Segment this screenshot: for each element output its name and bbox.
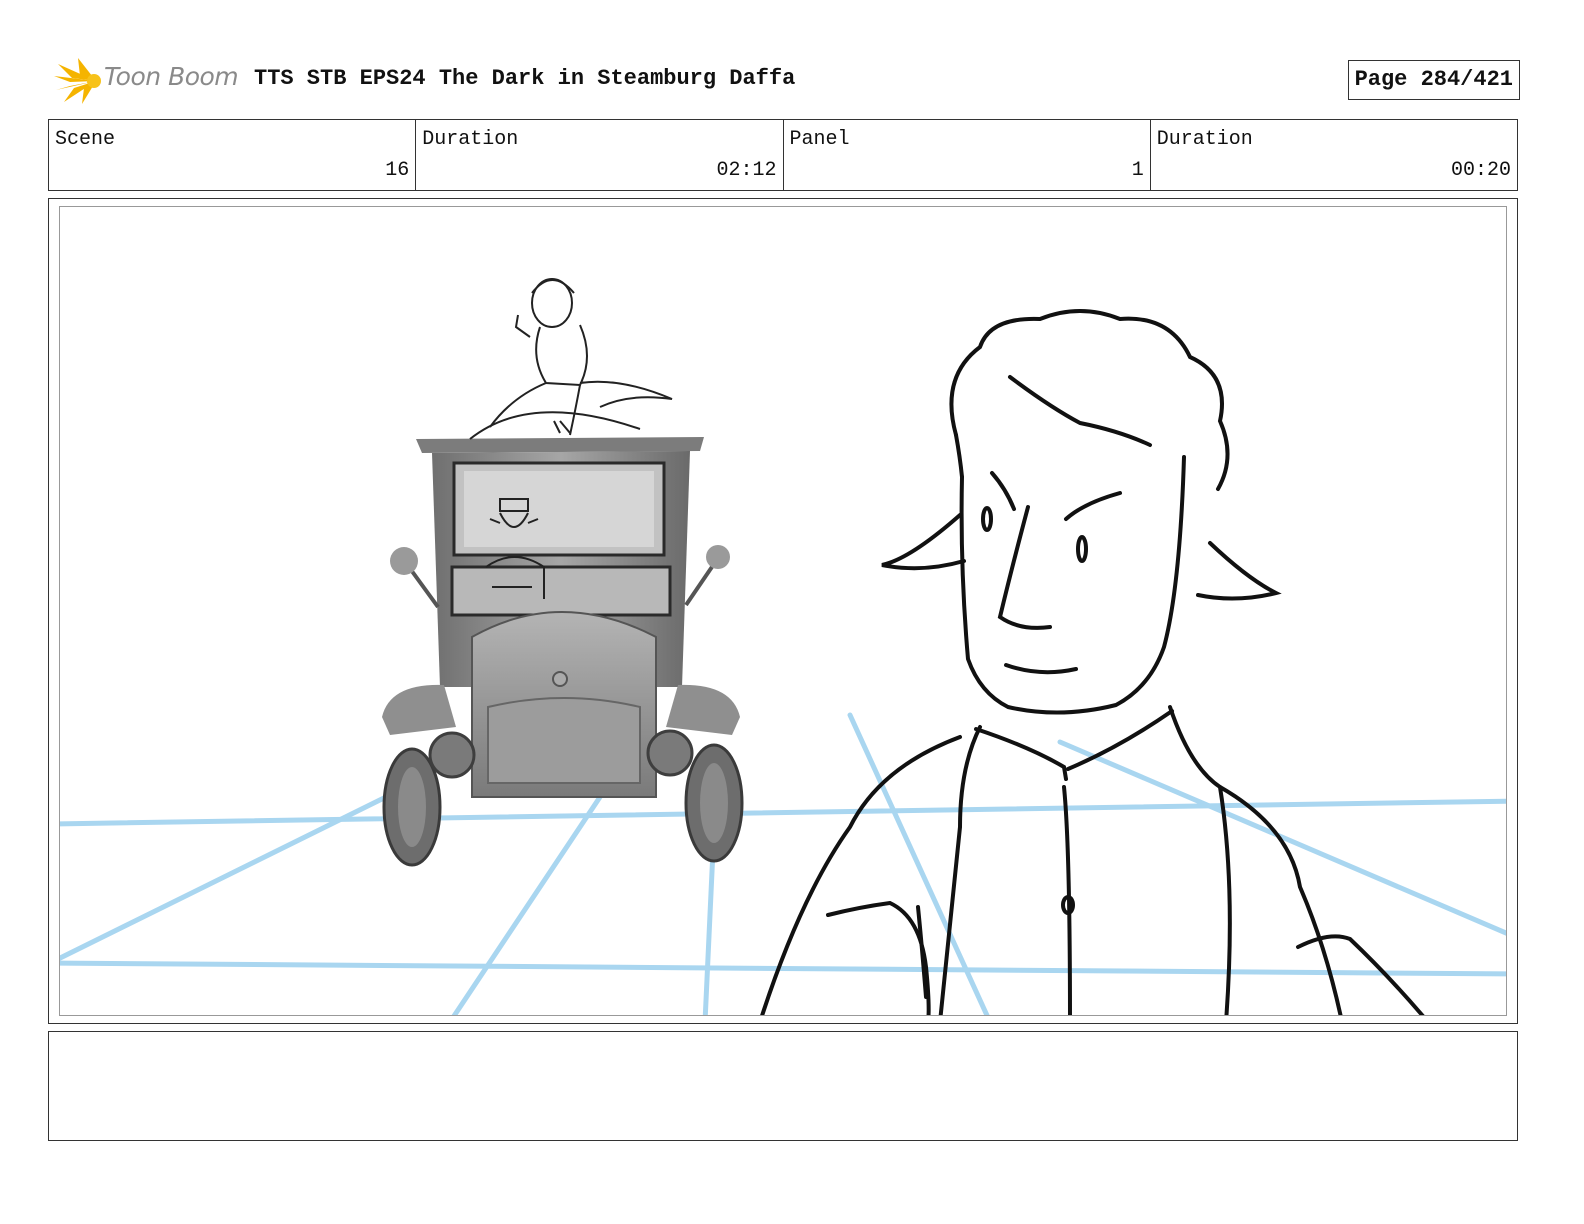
page-number: Page 284/421 xyxy=(1347,60,1520,100)
panel-label: Panel xyxy=(789,128,850,151)
header: Toon Boom TTS STB EPS24 The Dark in Stea… xyxy=(48,56,1520,106)
logo-text: Toon Boom xyxy=(104,62,239,91)
panel-duration-label: Duration xyxy=(1156,128,1253,151)
scene-duration-label: Duration xyxy=(422,128,519,151)
storyboard-panel-image xyxy=(59,206,1507,1016)
panel-duration-value: 00:20 xyxy=(1450,159,1511,182)
scene-cell: Scene 16 xyxy=(49,120,417,190)
scene-info-table: Scene 16 Duration 02:12 Panel 1 Duration… xyxy=(48,119,1518,191)
document-title: TTS STB EPS24 The Dark in Steamburg Daff… xyxy=(254,66,796,91)
perspective-grid xyxy=(60,712,1506,1015)
girl-sketch xyxy=(469,278,673,440)
panel-value: 1 xyxy=(1131,159,1144,182)
scene-duration-value: 02:12 xyxy=(716,159,777,182)
toon-boom-logo: Toon Boom xyxy=(52,56,242,106)
starburst-logo-icon xyxy=(54,58,101,104)
character-sketch xyxy=(760,309,1425,1015)
storyboard-panel-frame xyxy=(48,198,1518,1024)
panel-cell: Panel 1 xyxy=(784,120,1151,190)
panel-notes-box xyxy=(48,1031,1518,1141)
panel-artwork xyxy=(60,278,1506,1015)
scene-value: 16 xyxy=(385,159,410,182)
car-render xyxy=(382,437,744,867)
panel-duration-cell: Duration 00:20 xyxy=(1151,120,1517,190)
scene-duration-cell: Duration 02:12 xyxy=(416,120,784,190)
scene-label: Scene xyxy=(55,128,116,151)
